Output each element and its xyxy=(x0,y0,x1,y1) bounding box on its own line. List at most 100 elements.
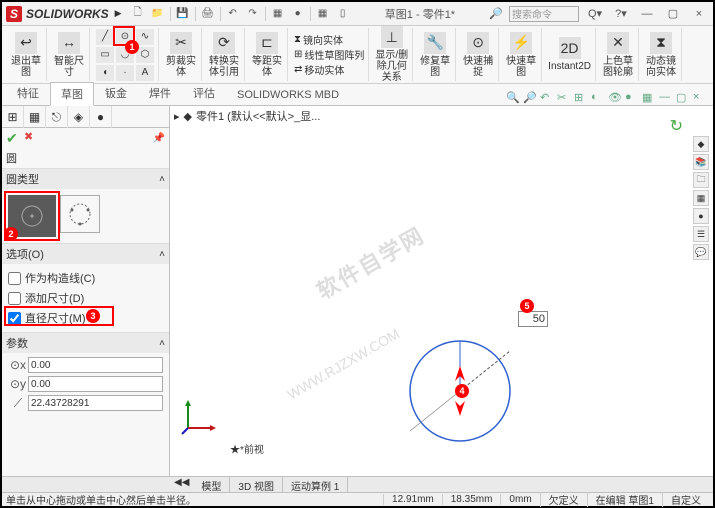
construction-checkbox[interactable]: 作为构造线(C) xyxy=(8,268,163,288)
restore-button[interactable]: ▢ xyxy=(663,6,683,22)
smart-dimension-button[interactable]: ↔ 智能尺 寸 xyxy=(53,32,85,78)
tab-sheetmetal[interactable]: 钣金 xyxy=(94,81,138,105)
appearances-button[interactable]: ● xyxy=(693,208,709,224)
pm-tab-feature[interactable]: ⊞ xyxy=(2,106,24,128)
convert-button[interactable]: ⟳ 转换实 体引用 xyxy=(208,32,240,78)
library-button[interactable]: 📚 xyxy=(693,154,709,170)
pm-tab-pm[interactable]: ▦ xyxy=(24,106,46,128)
zoom-area-icon[interactable]: 🔎 xyxy=(523,91,537,105)
point-tool[interactable]: · xyxy=(116,65,134,81)
search-icon[interactable]: 🔎 xyxy=(489,7,503,20)
tab-evaluate[interactable]: 评估 xyxy=(182,81,226,105)
repair-icon: 🔧 xyxy=(424,32,446,54)
minimize-button[interactable]: — xyxy=(637,6,657,22)
select-button[interactable]: ▦ xyxy=(270,6,286,22)
help-button[interactable]: Q▾ xyxy=(585,6,605,22)
status-custom[interactable]: 自定义 xyxy=(662,492,709,507)
x-input[interactable]: 0.00 xyxy=(28,357,163,373)
pm-tab-config[interactable]: ⎋ xyxy=(46,106,68,128)
trim-button[interactable]: ✂ 剪裁实 体 xyxy=(165,32,197,78)
forum-button[interactable]: 💬 xyxy=(693,244,709,260)
mirror-button[interactable]: ⧗镜向实体 xyxy=(294,32,343,47)
display-relations-button[interactable]: ⊥ 显示/删 除几何 关系 xyxy=(375,26,408,83)
tab-features[interactable]: 特征 xyxy=(6,81,50,105)
tab-3dview[interactable]: 3D 视图 xyxy=(230,477,283,492)
close-button[interactable]: × xyxy=(689,6,709,22)
rebuild-button[interactable]: ● xyxy=(290,6,306,22)
slot-tool[interactable]: ◖ xyxy=(96,65,114,81)
display-icon[interactable]: ◐ xyxy=(591,91,605,105)
add-dimension-checkbox[interactable]: 添加尺寸(D) xyxy=(8,288,163,308)
cancel-button[interactable]: ✖ xyxy=(24,130,40,146)
text-tool[interactable]: A xyxy=(136,65,154,81)
circle-type-header[interactable]: 圆类型˄ xyxy=(2,169,169,189)
move-button[interactable]: ⇄移动实体 xyxy=(294,62,344,77)
new-button[interactable]: 🗋 xyxy=(130,6,146,22)
repair-button[interactable]: 🔧 修复草 图 xyxy=(419,32,451,78)
logo-icon: S xyxy=(6,6,22,22)
section-icon[interactable]: ✂ xyxy=(557,91,571,105)
shaded-contour-button[interactable]: ✕ 上色草 图轮廓 xyxy=(602,32,634,78)
scene-icon[interactable]: ▦ xyxy=(642,91,656,105)
breadcrumb[interactable]: ▸ ◆ 零件1 (默认<<默认>_显... xyxy=(174,108,320,124)
tab-weldments[interactable]: 焊件 xyxy=(138,81,182,105)
circle-perimeter[interactable] xyxy=(60,195,100,233)
tab-mbd[interactable]: SOLIDWORKS MBD xyxy=(226,85,350,105)
orient-icon[interactable]: ⊞ xyxy=(574,91,588,105)
options-button[interactable]: ▦ xyxy=(315,6,331,22)
app-name: SOLIDWORKS xyxy=(26,7,109,21)
params-header[interactable]: 参数˄ xyxy=(2,333,169,353)
rebuild-flag-icon[interactable]: ↻ xyxy=(670,116,683,136)
orientation-triad[interactable] xyxy=(180,396,220,436)
search-input[interactable]: 搜索命令 xyxy=(509,6,579,22)
rapid-sketch-button[interactable]: ⚡ 快速草 图 xyxy=(505,32,537,78)
prev-view-icon[interactable]: ↶ xyxy=(540,91,554,105)
explorer-button[interactable]: 🗀 xyxy=(693,172,709,188)
options-header[interactable]: 选项(O)˄ xyxy=(2,244,169,264)
save-button[interactable]: 💾 xyxy=(175,6,191,22)
pm-tab-render[interactable]: ● xyxy=(90,106,112,128)
open-button[interactable]: 📁 xyxy=(150,6,166,22)
pattern-button[interactable]: ⊞线性草图阵列 xyxy=(294,47,364,62)
sheet-button[interactable]: ▯ xyxy=(335,6,351,22)
y-input[interactable]: 0.00 xyxy=(28,376,163,392)
dimension-input[interactable]: 50 xyxy=(518,311,548,327)
undo-button[interactable]: ↶ xyxy=(225,6,241,22)
help2-button[interactable]: ?▾ xyxy=(611,6,631,22)
quick-snap-button[interactable]: ⊙ 快速捕 捉 xyxy=(462,32,494,78)
view-palette-button[interactable]: ▦ xyxy=(693,190,709,206)
appearance-icon[interactable]: ● xyxy=(625,91,639,105)
instant2d-button[interactable]: 2D Instant2D xyxy=(548,37,591,72)
redo-button[interactable]: ↷ xyxy=(245,6,261,22)
task-pane: ◆ 📚 🗀 ▦ ● ☰ 💬 xyxy=(693,136,711,260)
resources-button[interactable]: ◆ xyxy=(693,136,709,152)
pin-icon[interactable]: 📌 xyxy=(153,133,165,144)
tab-motion[interactable]: 运动算例 1 xyxy=(283,477,348,492)
spline-tool[interactable]: ∿ xyxy=(136,29,154,45)
title-bar: S SOLIDWORKS ▶ 🗋 📁 💾 🖨 ↶ ↷ ▦ ● ▦ ▯ 草图1 -… xyxy=(2,2,713,26)
line-tool[interactable]: ╱ xyxy=(96,29,114,45)
radius-icon: ⟋ xyxy=(8,395,28,411)
hide-show-icon[interactable]: 👁 xyxy=(608,91,622,105)
zoom-fit-icon[interactable]: 🔍 xyxy=(506,91,520,105)
vp-max-icon[interactable]: ▢ xyxy=(676,91,690,105)
annotation-3: 3 xyxy=(86,309,100,323)
menu-chevron-icon[interactable]: ▶ xyxy=(115,8,122,19)
ok-button[interactable]: ✔ xyxy=(6,130,22,146)
tab-sketch[interactable]: 草图 xyxy=(50,82,94,106)
radius-input[interactable]: 22.43728291 xyxy=(28,395,163,411)
dynamic-mirror-button[interactable]: ⧗ 动态镜 向实体 xyxy=(645,32,677,78)
sketch-tools-grid: ╱ ⊙ ∿ ▭ ◡ ⬡ ◖ · A xyxy=(96,29,154,81)
exit-sketch-button[interactable]: ↩ 退出草 图 xyxy=(10,32,42,78)
rect-tool[interactable]: ▭ xyxy=(96,47,114,63)
print-button[interactable]: 🖨 xyxy=(200,6,216,22)
property-manager: ⊞ ▦ ⎋ ◈ ● ✔ ✖ 📌 圆 圆类型˄ 2 xyxy=(2,106,170,476)
graphics-area[interactable]: ▸ ◆ 零件1 (默认<<默认>_显... 软件自学网 WWW.RJZXW.CO… xyxy=(170,106,713,476)
vp-close-icon[interactable]: × xyxy=(693,91,707,105)
vp-min-icon[interactable]: — xyxy=(659,91,673,105)
tab-nav-left[interactable]: ◀◀ xyxy=(170,477,193,492)
pm-tab-dim[interactable]: ◈ xyxy=(68,106,90,128)
tab-model[interactable]: 模型 xyxy=(193,477,230,492)
custom-props-button[interactable]: ☰ xyxy=(693,226,709,242)
offset-button[interactable]: ⊏ 等距实 体 xyxy=(251,32,283,78)
